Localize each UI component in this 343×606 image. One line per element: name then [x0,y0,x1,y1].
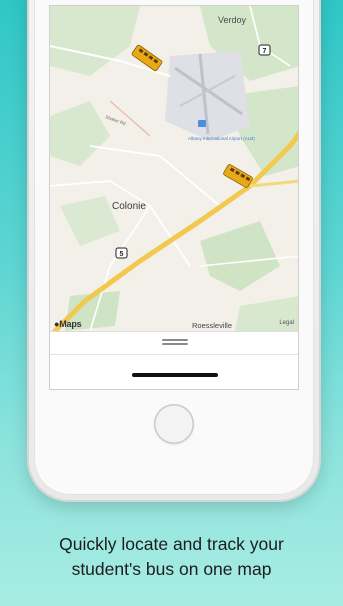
bottom-sheet[interactable] [50,331,298,389]
place-label-roessleville: Roessleville [192,321,232,330]
map-view[interactable]: Verdoy Albany International Airport (ALB… [50,6,299,331]
home-indicator [132,373,218,377]
map-canvas[interactable]: Verdoy Albany International Airport (ALB… [50,6,299,331]
caption-line-2: student's bus on one map [71,559,272,579]
legal-link[interactable]: Legal [279,320,294,326]
route-shield-5: 5 [115,247,128,259]
sheet-grabber-handle[interactable] [162,339,188,345]
phone-frame: Verdoy Albany International Airport (ALB… [29,0,319,500]
airport-icon [198,120,206,127]
svg-text:7: 7 [263,48,267,55]
home-button[interactable] [154,404,194,444]
place-label-verdoy: Verdoy [218,15,247,25]
svg-text:5: 5 [120,251,124,258]
route-shield-7: 7 [258,44,271,56]
maps-attribution: ●Maps [54,319,82,329]
caption-line-1: Quickly locate and track your [59,534,284,554]
place-label-colonie: Colonie [112,201,146,212]
promo-caption: Quickly locate and track your student's … [0,532,343,582]
phone-screen: Verdoy Albany International Airport (ALB… [49,5,299,390]
airport-label: Albany International Airport (ALB) [188,136,255,141]
divider [50,354,298,355]
